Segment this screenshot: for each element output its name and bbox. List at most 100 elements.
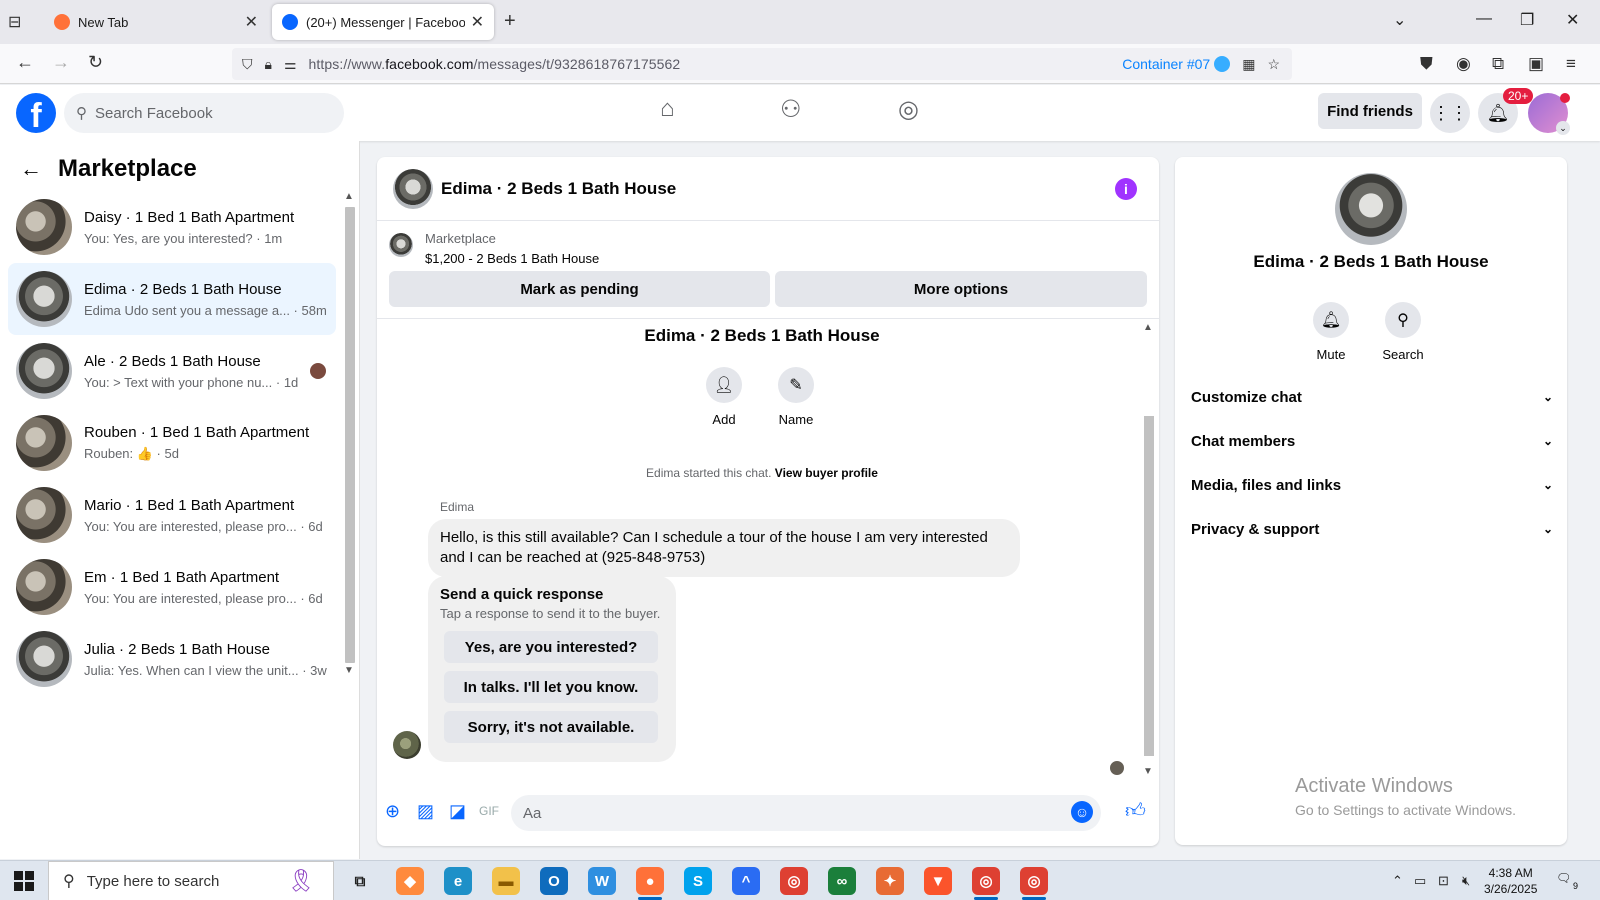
thread-scrollbar[interactable]: ▲ ▼: [1140, 320, 1158, 780]
media-files-links-section[interactable]: Media, files and links ⌄: [1191, 463, 1553, 507]
mark-as-pending-button[interactable]: Mark as pending: [389, 271, 770, 307]
app-arc-icon[interactable]: ^: [732, 867, 760, 895]
groups-icon[interactable]: ◎: [898, 95, 919, 124]
conversation-item[interactable]: Rouben · 1 Bed 1 Bath Apartment Rouben: 👍…: [8, 407, 336, 479]
sidebar-scrollbar[interactable]: ▲ ▼: [344, 191, 356, 676]
scroll-down-icon[interactable]: ▼: [344, 665, 354, 676]
plus-circle-icon[interactable]: ⊕: [385, 801, 400, 822]
meet-now-icon[interactable]: ▭: [1414, 873, 1426, 889]
containers-icon[interactable]: ▣: [1528, 54, 1544, 74]
tool-app-icon[interactable]: ✦: [876, 867, 904, 895]
close-tab-icon[interactable]: ✕: [471, 12, 484, 32]
info-icon[interactable]: i: [1115, 178, 1137, 200]
quick-response-button[interactable]: In talks. I'll let you know.: [444, 671, 658, 703]
more-options-button[interactable]: More options: [775, 271, 1147, 307]
home-icon[interactable]: ⌂: [660, 95, 675, 123]
close-window-icon[interactable]: ✕: [1566, 10, 1579, 30]
tab-overflow-chevron-icon[interactable]: ⌄: [1393, 10, 1406, 30]
pocket-icon[interactable]: ⛊: [1420, 54, 1433, 74]
outlook-icon[interactable]: O: [540, 867, 568, 895]
scrollbar-thumb[interactable]: [345, 207, 355, 663]
back-icon[interactable]: ←: [16, 52, 34, 73]
conversation-item[interactable]: Ale · 2 Beds 1 Bath House You: > Text wit…: [8, 335, 336, 407]
view-buyer-profile-link[interactable]: View buyer profile: [775, 466, 878, 480]
edit-name-icon[interactable]: ✎: [778, 367, 814, 403]
scroll-up-icon[interactable]: ▲: [1143, 322, 1153, 333]
chat-members-section[interactable]: Chat members ⌄: [1191, 419, 1553, 463]
conversation-item[interactable]: Daisy · 1 Bed 1 Bath Apartment You: Yes, …: [8, 191, 336, 263]
edge-icon[interactable]: e: [444, 867, 472, 895]
copilot-icon[interactable]: ◆: [396, 867, 424, 895]
restore-icon[interactable]: ❐: [1520, 10, 1534, 30]
reload-icon[interactable]: ↻: [88, 52, 103, 73]
url-text[interactable]: https://www.facebook.com/messages/t/9328…: [309, 56, 1123, 72]
tab-messenger[interactable]: (20+) Messenger | Facebook ✕: [272, 4, 494, 40]
message-input[interactable]: Aa ☺: [511, 795, 1101, 831]
chat-title[interactable]: Edima · 2 Beds 1 Bath House: [441, 179, 676, 199]
tray-chevron-up-icon[interactable]: ⌃: [1392, 873, 1403, 889]
gif-icon[interactable]: GIF: [479, 804, 499, 818]
w-app-icon[interactable]: W: [588, 867, 616, 895]
conversation-item[interactable]: Em · 1 Bed 1 Bath Apartment You: You are …: [8, 551, 336, 623]
forward-icon[interactable]: →: [52, 52, 70, 73]
new-tab-button[interactable]: +: [504, 10, 516, 33]
listing-thumbnail[interactable]: [389, 233, 413, 257]
scroll-down-icon[interactable]: ▼: [1143, 766, 1153, 777]
facebook-search-input[interactable]: ⚲ Search Facebook: [64, 93, 344, 133]
find-friends-button[interactable]: Find friends: [1318, 93, 1422, 129]
conversation-item[interactable]: Julia · 2 Beds 1 Bath House Julia: Yes. W…: [8, 623, 336, 695]
windows-start-icon[interactable]: [14, 871, 34, 891]
extensions-icon[interactable]: ⧉: [1492, 54, 1504, 74]
tab-list-icon[interactable]: ⊟: [8, 12, 30, 32]
file-explorer-icon[interactable]: ▬: [492, 867, 520, 895]
quick-response-button[interactable]: Yes, are you interested?: [444, 631, 658, 663]
notification-center-icon[interactable]: 🗨︎ 9: [1556, 871, 1578, 891]
permissions-icon[interactable]: ⚌: [284, 56, 297, 73]
privacy-support-section[interactable]: Privacy & support ⌄: [1191, 507, 1553, 551]
scrollbar-thumb[interactable]: [1144, 416, 1154, 756]
shield-icon[interactable]: ⛉: [242, 56, 253, 73]
facebook-logo[interactable]: f: [16, 93, 56, 133]
chat-profile-avatar[interactable]: [1335, 173, 1407, 245]
network-icon[interactable]: ⊡: [1438, 873, 1449, 889]
sticker-icon[interactable]: ◪: [449, 801, 466, 822]
chat-avatar[interactable]: [393, 168, 433, 209]
qr-code-icon[interactable]: ▦: [1242, 56, 1255, 73]
lock-icon[interactable]: 🔒︎: [265, 56, 272, 73]
message-bubble[interactable]: Hello, is this still available? Can I sc…: [428, 519, 1020, 577]
volume-muted-icon[interactable]: 🔇︎: [1462, 873, 1470, 889]
search-button[interactable]: ⚲ Search: [1373, 302, 1433, 362]
profile-avatar[interactable]: ⌄: [1528, 93, 1570, 135]
brave-icon[interactable]: ▼: [924, 867, 952, 895]
listing-price[interactable]: $1,200 - 2 Beds 1 Bath House: [425, 251, 599, 266]
conversation-item[interactable]: Mario · 1 Bed 1 Bath Apartment You: You a…: [8, 479, 336, 551]
add-person-icon[interactable]: 👤︎: [706, 367, 742, 403]
address-bar[interactable]: ⛉ 🔒︎ ⚌ https://www.facebook.com/messages…: [232, 48, 1292, 80]
skype-icon[interactable]: S: [684, 867, 712, 895]
system-clock[interactable]: 4:38 AM 3/26/2025: [1484, 865, 1537, 897]
firefox-taskbar-icon[interactable]: ●: [636, 867, 664, 900]
chrome-profile-r-icon[interactable]: ◎: [1020, 867, 1048, 900]
sender-avatar[interactable]: [393, 731, 421, 759]
menu-grid-icon[interactable]: ⋮⋮: [1430, 93, 1470, 133]
chrome-icon[interactable]: ◎: [780, 867, 808, 895]
back-arrow-icon[interactable]: ←: [20, 156, 42, 182]
close-tab-icon[interactable]: ✕: [245, 12, 258, 32]
quick-response-button[interactable]: Sorry, it's not available.: [444, 711, 658, 743]
tab-new-tab[interactable]: New Tab ✕: [44, 4, 268, 40]
customize-chat-section[interactable]: Customize chat ⌄: [1191, 375, 1553, 419]
menu-icon[interactable]: ≡: [1566, 54, 1576, 74]
account-icon[interactable]: ◉: [1456, 54, 1471, 74]
green-app-icon[interactable]: ∞: [828, 867, 856, 895]
friends-icon[interactable]: ⚇: [780, 95, 802, 124]
chrome-profile-gm-icon[interactable]: ◎: [972, 867, 1000, 900]
scroll-up-icon[interactable]: ▲: [344, 191, 354, 202]
taskbar-search-input[interactable]: ⚲ Type here to search 🎗︎: [48, 861, 334, 900]
conversation-item[interactable]: Edima · 2 Beds 1 Bath House Edima Udo sen…: [8, 263, 336, 335]
thumbs-up-icon[interactable]: 👍︎: [1125, 799, 1146, 823]
bookmark-star-icon[interactable]: ☆: [1267, 56, 1280, 73]
container-indicator[interactable]: Container #07: [1122, 56, 1231, 72]
task-view-icon[interactable]: ⧉: [346, 867, 374, 895]
photo-icon[interactable]: ▨: [417, 801, 434, 822]
mute-button[interactable]: 🔔︎ Mute: [1301, 302, 1361, 362]
